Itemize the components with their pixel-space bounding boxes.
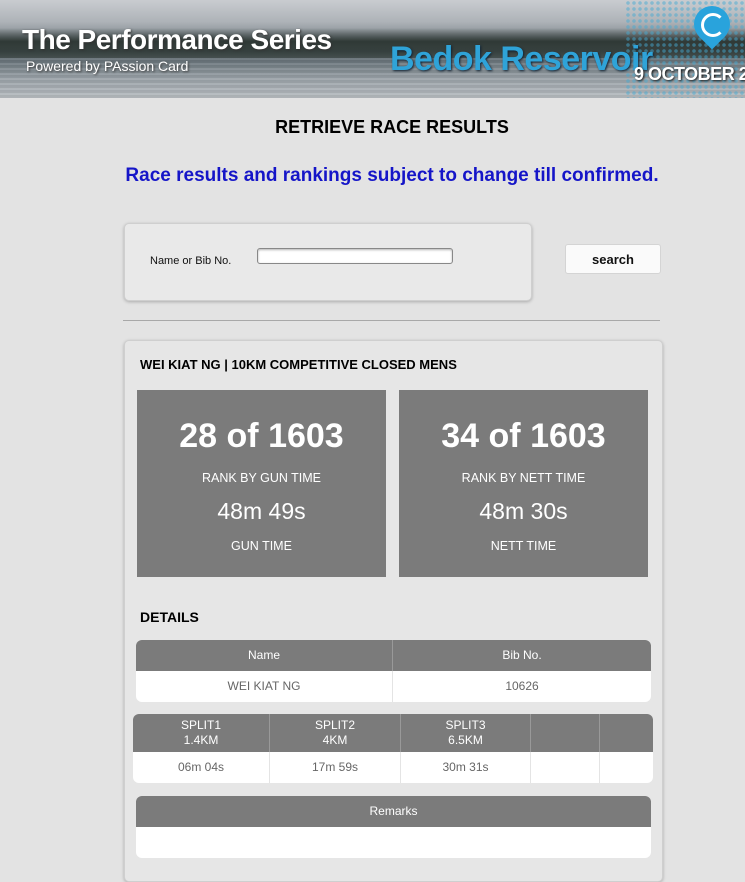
series-logo-subtitle: Powered by PAssion Card — [26, 58, 189, 74]
gun-rank: 28 of 1603 — [179, 417, 344, 455]
nett-time-panel: 34 of 1603 RANK BY NETT TIME 48m 30s NET… — [399, 390, 648, 577]
series-logo-title: The Performance Series — [22, 24, 332, 55]
search-panel: Name or Bib No. — [124, 223, 532, 301]
split-distance: 4KM — [322, 733, 348, 747]
nett-time-label: NETT TIME — [490, 539, 557, 553]
details-heading: DETAILS — [140, 609, 199, 625]
split-name: SPLIT3 — [445, 718, 486, 732]
remarks-table: Remarks — [136, 796, 651, 858]
table-cell: 17m 59s — [270, 752, 401, 783]
table-header-row: Name Bib No. — [136, 640, 651, 671]
event-venue: Bedok Reservoir — [390, 40, 653, 78]
location-pin-ring — [701, 13, 725, 37]
event-date: 9 OCTOBER 2016 — [634, 64, 745, 84]
splits-table: SPLIT1 1.4KM SPLIT2 4KM SPLIT3 6.5KM 06m… — [133, 714, 653, 783]
table-cell: 06m 04s — [133, 752, 270, 783]
nett-rank: 34 of 1603 — [441, 417, 606, 455]
nett-rank-label: RANK BY NETT TIME — [461, 471, 586, 485]
table-row: 06m 04s 17m 59s 30m 31s — [133, 752, 653, 783]
table-header-row: Remarks — [136, 796, 651, 827]
search-button[interactable]: search — [565, 244, 661, 274]
split-distance: 6.5KM — [448, 733, 483, 747]
split-name: SPLIT2 — [314, 718, 356, 732]
table-header-cell: SPLIT3 6.5KM — [401, 714, 531, 752]
table-cell — [531, 752, 600, 783]
results-notice: Race results and rankings subject to cha… — [125, 165, 659, 186]
table-row — [136, 827, 651, 858]
table-header-row: SPLIT1 1.4KM SPLIT2 4KM SPLIT3 6.5KM — [133, 714, 653, 752]
result-card: WEI KIAT NG | 10KM COMPETITIVE CLOSED ME… — [124, 340, 663, 882]
table-header-cell — [531, 714, 600, 752]
table-header-cell — [600, 714, 653, 752]
result-heading: WEI KIAT NG | 10KM COMPETITIVE CLOSED ME… — [140, 357, 457, 372]
gun-time-label: GUN TIME — [231, 539, 292, 553]
table-cell: 30m 31s — [401, 752, 531, 783]
split-distance: 1.4KM — [183, 733, 219, 747]
table-row: WEI KIAT NG 10626 — [136, 671, 651, 702]
search-input[interactable] — [257, 248, 453, 264]
search-label: Name or Bib No. — [150, 255, 232, 267]
table-cell — [136, 827, 651, 858]
gun-rank-label: RANK BY GUN TIME — [201, 471, 321, 485]
table-header-cell: Name — [136, 640, 393, 671]
table-header-cell: Bib No. — [502, 648, 542, 662]
table-header-cell: Remarks — [369, 804, 418, 818]
runner-info-table: Name Bib No. WEI KIAT NG 10626 — [136, 640, 651, 702]
split-name: SPLIT1 — [180, 718, 222, 732]
table-cell — [600, 752, 653, 783]
page-title: RETRIEVE RACE RESULTS — [275, 117, 509, 137]
nett-time: 48m 30s — [479, 498, 568, 524]
table-cell: WEI KIAT NG — [136, 671, 393, 702]
event-banner: The Performance Series Powered by PAssio… — [0, 0, 745, 98]
gun-time: 48m 49s — [217, 498, 306, 524]
divider — [123, 320, 660, 321]
table-header-cell: SPLIT1 1.4KM — [133, 714, 270, 752]
gun-time-panel: 28 of 1603 RANK BY GUN TIME 48m 49s GUN … — [137, 390, 386, 577]
table-header-cell: SPLIT2 4KM — [270, 714, 401, 752]
table-cell: 10626 — [505, 679, 539, 693]
